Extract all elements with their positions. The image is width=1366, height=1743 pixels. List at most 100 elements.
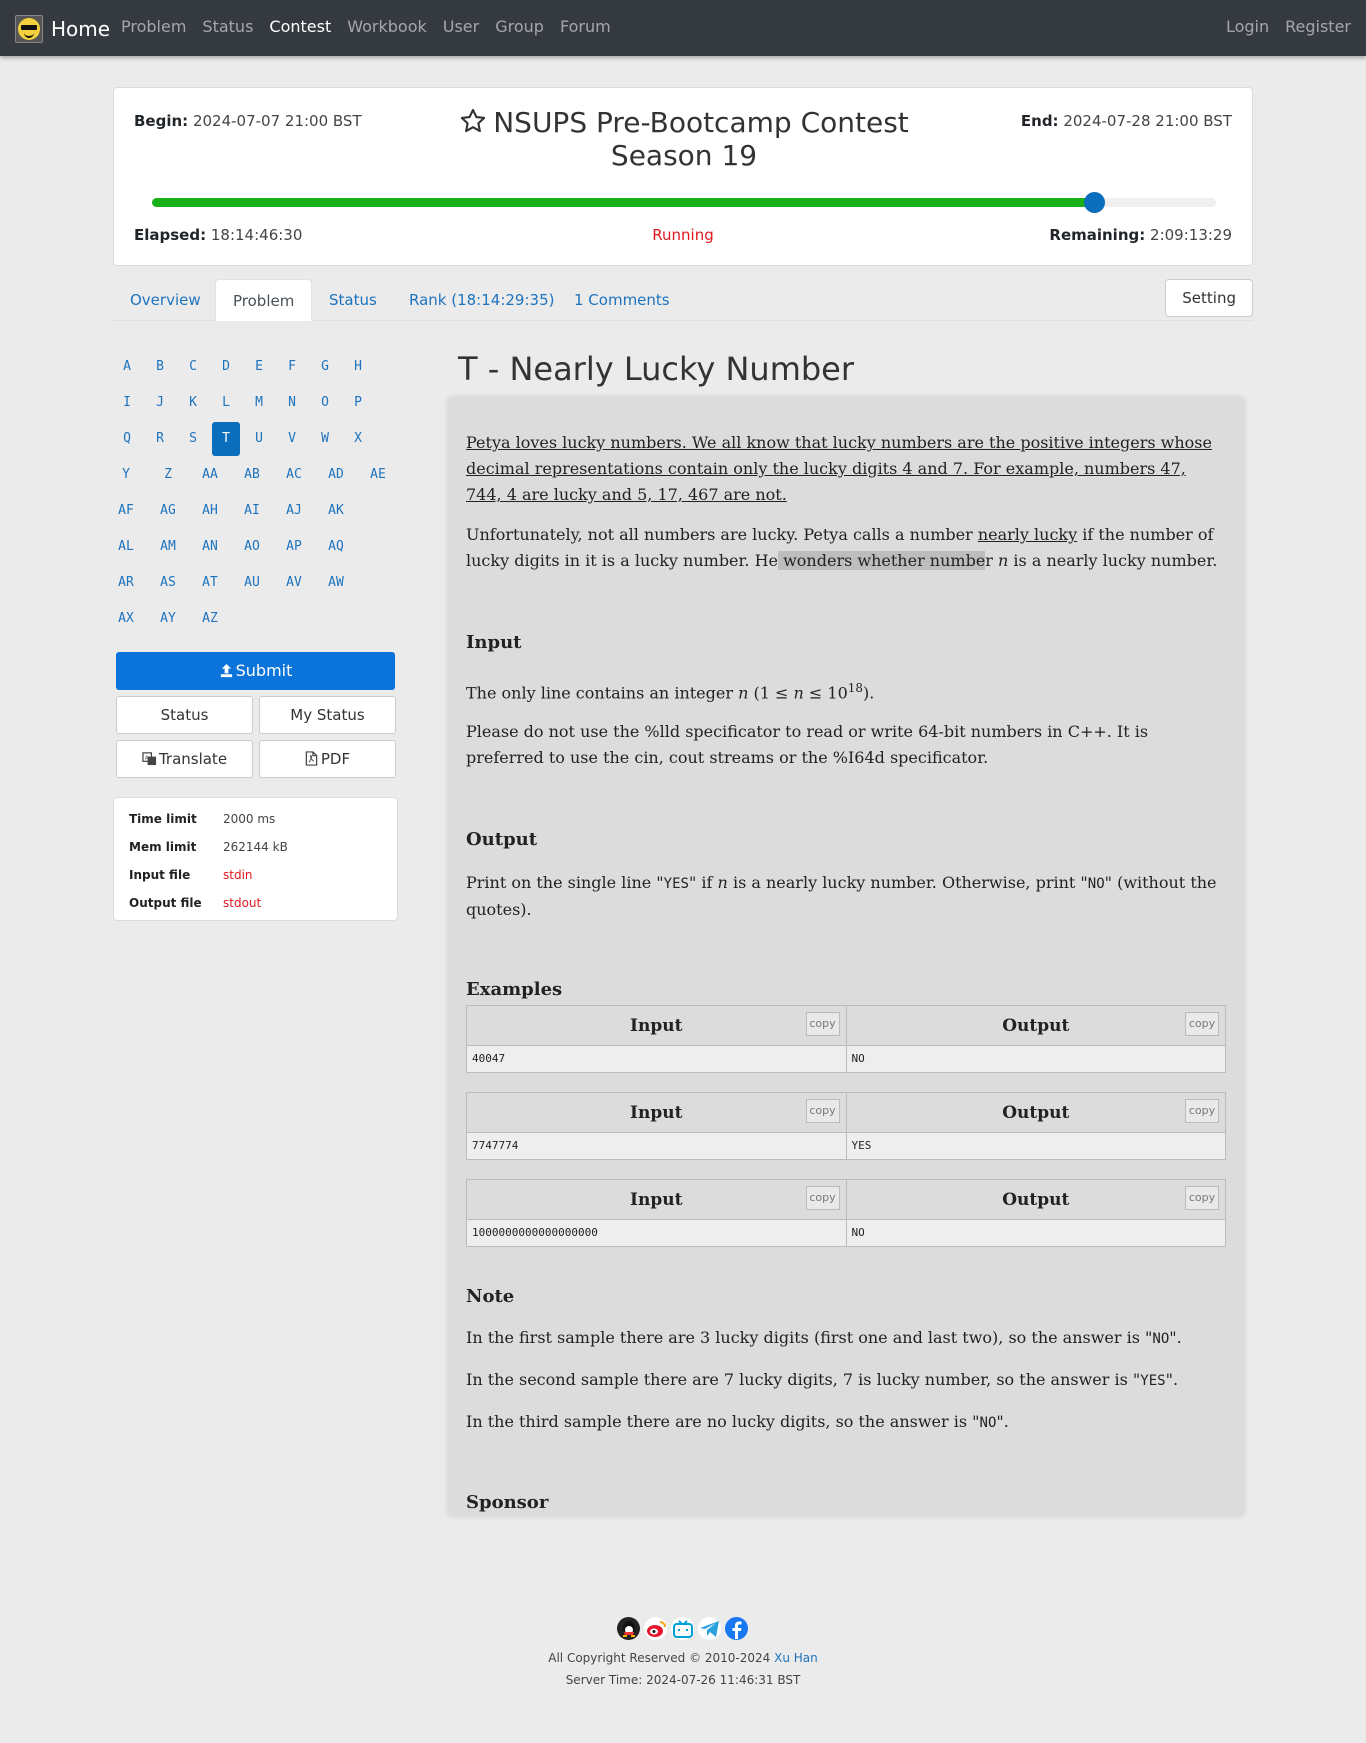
problem-letter-v[interactable]: V bbox=[278, 422, 306, 456]
copy-output-button[interactable]: copy bbox=[1185, 1186, 1219, 1210]
copy-input-button[interactable]: copy bbox=[805, 1012, 840, 1036]
author-link[interactable]: Xu Han bbox=[774, 1651, 818, 1665]
nav-links: Problem Status Contest Workbook User Gro… bbox=[121, 17, 611, 36]
problem-letter-ap[interactable]: AP bbox=[282, 530, 306, 564]
example-output-header: Output copy bbox=[845, 1005, 1226, 1046]
problem-letter-at[interactable]: AT bbox=[198, 566, 222, 600]
tab-overview[interactable]: Overview bbox=[113, 279, 218, 321]
nav-forum[interactable]: Forum bbox=[560, 17, 611, 36]
problem-letter-ao[interactable]: AO bbox=[240, 530, 264, 564]
problem-letter-af[interactable]: AF bbox=[114, 494, 138, 528]
note-paragraph-2: In the second sample there are 7 lucky d… bbox=[466, 1370, 1179, 1389]
problem-letter-x[interactable]: X bbox=[344, 422, 372, 456]
problem-letter-w[interactable]: W bbox=[311, 422, 339, 456]
problem-letter-n[interactable]: N bbox=[278, 386, 306, 420]
problem-letter-o[interactable]: O bbox=[311, 386, 339, 420]
problem-letter-d[interactable]: D bbox=[212, 350, 240, 384]
nav-contest[interactable]: Contest bbox=[269, 17, 331, 36]
problem-letter-ai[interactable]: AI bbox=[240, 494, 264, 528]
submit-button[interactable]: Submit bbox=[116, 652, 395, 690]
tab-rank[interactable]: Rank (18:14:29:35) bbox=[392, 279, 571, 321]
examples-heading: Examples bbox=[466, 979, 563, 1000]
contest-header-card: Begin: 2024-07-07 21:00 BST NSUPS Pre-Bo… bbox=[113, 87, 1253, 266]
contest-elapsed: Elapsed: 18:14:46:30 bbox=[134, 226, 303, 244]
problem-letter-t[interactable]: T bbox=[212, 422, 240, 456]
example-input-cell: 40047 bbox=[466, 1045, 847, 1073]
favorite-star-icon[interactable] bbox=[459, 107, 487, 135]
problem-letter-u[interactable]: U bbox=[245, 422, 273, 456]
example-output-header: Output copy bbox=[845, 1179, 1226, 1220]
problem-statement: Petya loves lucky numbers. We all know t… bbox=[448, 397, 1244, 1516]
copy-output-button[interactable]: copy bbox=[1185, 1012, 1219, 1036]
problem-letter-y[interactable]: Y bbox=[114, 458, 138, 492]
problem-letter-s[interactable]: S bbox=[179, 422, 207, 456]
nav-group[interactable]: Group bbox=[495, 17, 544, 36]
problem-letter-z[interactable]: Z bbox=[156, 458, 180, 492]
problem-letter-ax[interactable]: AX bbox=[114, 602, 138, 636]
contest-progress-knob[interactable] bbox=[1083, 192, 1105, 213]
problem-letter-c[interactable]: C bbox=[179, 350, 207, 384]
problem-letter-am[interactable]: AM bbox=[156, 530, 180, 564]
problem-letter-as[interactable]: AS bbox=[156, 566, 180, 600]
problem-letter-ag[interactable]: AG bbox=[156, 494, 180, 528]
problem-letter-aw[interactable]: AW bbox=[324, 566, 348, 600]
setting-button[interactable]: Setting bbox=[1165, 279, 1253, 317]
problem-letter-az[interactable]: AZ bbox=[198, 602, 222, 636]
weibo-icon[interactable] bbox=[644, 1617, 667, 1640]
my-status-button[interactable]: My Status bbox=[259, 696, 396, 734]
login-link[interactable]: Login bbox=[1226, 17, 1269, 36]
tab-problem[interactable]: Problem bbox=[215, 279, 313, 321]
nav-workbook[interactable]: Workbook bbox=[347, 17, 427, 36]
problem-letter-i[interactable]: I bbox=[113, 386, 141, 420]
problem-letter-al[interactable]: AL bbox=[114, 530, 138, 564]
brand-home-link[interactable]: Home bbox=[15, 13, 110, 44]
contest-end: End: 2024-07-28 21:00 BST bbox=[1020, 112, 1232, 130]
copy-input-button[interactable]: copy bbox=[805, 1186, 840, 1210]
translate-button[interactable]: A Translate bbox=[116, 740, 253, 778]
contest-title: NSUPS Pre-Bootcamp Contest Season 19 bbox=[414, 106, 954, 172]
nav-problem[interactable]: Problem bbox=[121, 17, 186, 36]
telegram-icon[interactable] bbox=[698, 1617, 721, 1640]
problem-letter-aq[interactable]: AQ bbox=[324, 530, 348, 564]
register-link[interactable]: Register bbox=[1285, 17, 1351, 36]
pdf-button[interactable]: PDF bbox=[259, 740, 396, 778]
qq-icon[interactable] bbox=[617, 1617, 640, 1640]
problem-letter-av[interactable]: AV bbox=[282, 566, 306, 600]
problem-letter-aa[interactable]: AA bbox=[198, 458, 222, 492]
problem-letter-m[interactable]: M bbox=[245, 386, 273, 420]
problem-letter-r[interactable]: R bbox=[146, 422, 174, 456]
problem-letter-e[interactable]: E bbox=[245, 350, 273, 384]
problem-letter-k[interactable]: K bbox=[179, 386, 207, 420]
nav-status[interactable]: Status bbox=[202, 17, 253, 36]
svg-text:A: A bbox=[145, 755, 149, 761]
problem-letter-ad[interactable]: AD bbox=[324, 458, 348, 492]
tab-status[interactable]: Status bbox=[312, 279, 394, 321]
copy-input-button[interactable]: copy bbox=[805, 1099, 840, 1123]
problem-letter-f[interactable]: F bbox=[278, 350, 306, 384]
facebook-icon[interactable] bbox=[725, 1617, 748, 1640]
problem-letter-an[interactable]: AN bbox=[198, 530, 222, 564]
problem-letter-ah[interactable]: AH bbox=[198, 494, 222, 528]
problem-letter-g[interactable]: G bbox=[311, 350, 339, 384]
problem-letter-ak[interactable]: AK bbox=[324, 494, 348, 528]
legend-paragraph-1: Petya loves lucky numbers. We all know t… bbox=[466, 433, 1212, 504]
bilibili-icon[interactable] bbox=[671, 1617, 694, 1640]
problem-letter-au[interactable]: AU bbox=[240, 566, 264, 600]
problem-letter-l[interactable]: L bbox=[212, 386, 240, 420]
problem-letter-h[interactable]: H bbox=[344, 350, 372, 384]
copy-output-button[interactable]: copy bbox=[1185, 1099, 1219, 1123]
problem-letter-j[interactable]: J bbox=[146, 386, 174, 420]
problem-letter-ae[interactable]: AE bbox=[366, 458, 390, 492]
nav-user[interactable]: User bbox=[443, 17, 479, 36]
problem-letter-a[interactable]: A bbox=[113, 350, 141, 384]
problem-letter-ay[interactable]: AY bbox=[156, 602, 180, 636]
problem-letter-q[interactable]: Q bbox=[113, 422, 141, 456]
problem-letter-p[interactable]: P bbox=[344, 386, 372, 420]
problem-letter-ab[interactable]: AB bbox=[240, 458, 264, 492]
problem-letter-b[interactable]: B bbox=[146, 350, 174, 384]
problem-letter-ac[interactable]: AC bbox=[282, 458, 306, 492]
status-button[interactable]: Status bbox=[116, 696, 253, 734]
tab-comments[interactable]: 1 Comments bbox=[557, 279, 687, 321]
problem-letter-ar[interactable]: AR bbox=[114, 566, 138, 600]
problem-letter-aj[interactable]: AJ bbox=[282, 494, 306, 528]
